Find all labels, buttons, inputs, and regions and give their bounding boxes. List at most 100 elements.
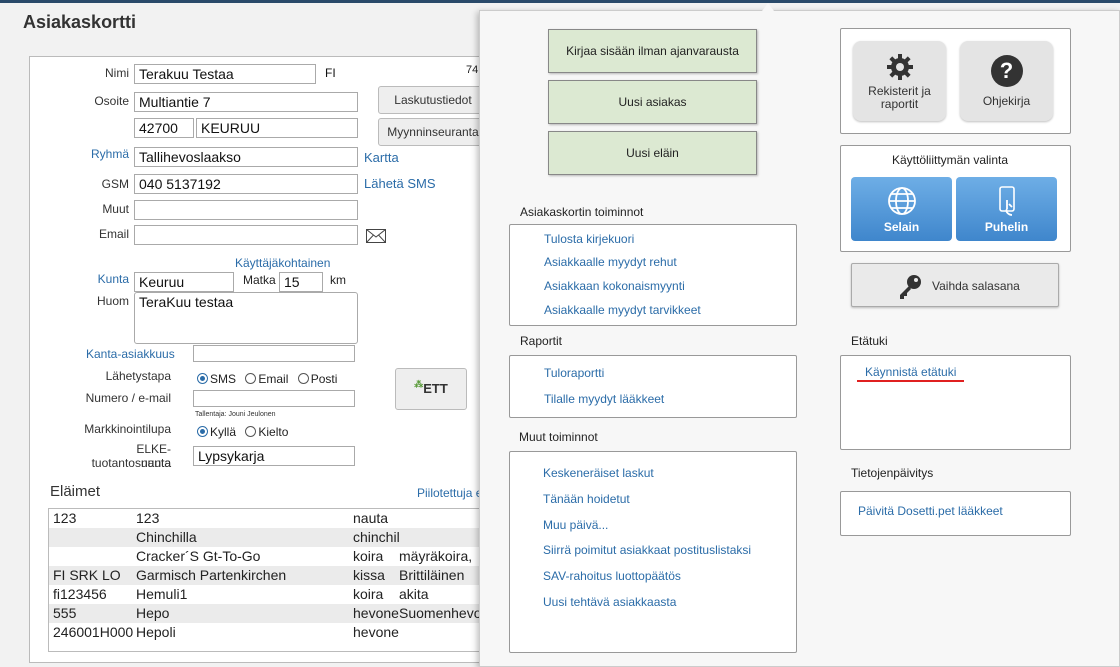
hidden-animals-link[interactable]: Piilotettuja e (417, 486, 482, 500)
registers-label: Rekisterit ja raportit (868, 84, 931, 111)
gsm-input[interactable]: 040 5137192 (134, 174, 358, 194)
send-sms-link[interactable]: Lähetä SMS (364, 176, 436, 191)
radio-email[interactable] (245, 373, 257, 384)
phone-tile[interactable]: Puhelin (956, 177, 1057, 241)
email-input[interactable] (134, 225, 358, 245)
other-input[interactable] (134, 200, 358, 220)
postal-code-input[interactable]: 42700 (134, 118, 194, 138)
municipality-link[interactable]: Kunta (60, 272, 129, 286)
radio-deny-label: Kielto (258, 425, 289, 439)
kanta-link[interactable]: Kanta-asiakkuus (86, 347, 175, 361)
gsm-label: GSM (101, 177, 129, 191)
radio-post[interactable] (297, 373, 309, 384)
billing-button[interactable]: Laskutustiedot (378, 86, 488, 114)
other-label: Muut (102, 202, 129, 216)
country-field[interactable]: FI (320, 64, 358, 84)
note-label: Huom (96, 294, 129, 308)
farm-medicines-link[interactable]: Tilalle myydyt lääkkeet (544, 392, 664, 406)
unfinished-invoices-link[interactable]: Keskeneräiset laskut (543, 466, 654, 480)
red-underline (857, 380, 964, 382)
radio-sms[interactable] (197, 373, 208, 384)
elke-label-2: nauta (140, 456, 171, 470)
new-customer-button[interactable]: Uusi asiakas (548, 80, 757, 124)
group-input[interactable]: Tallihevoslaakso (134, 147, 358, 167)
send-method-label: Lähetystapa (105, 369, 171, 383)
ett-label: ETT (423, 381, 448, 396)
table-row[interactable]: Cracker´S Gt-To-Go koira mäyräkoira, (49, 547, 487, 566)
key-icon (900, 275, 921, 299)
browser-tile[interactable]: Selain (851, 177, 952, 241)
other-actions-box: Keskeneräiset laskut Tänään hoidetut Muu… (509, 451, 797, 653)
updates-title: Tietojenpäivitys (851, 466, 934, 480)
help-icon: ? (990, 55, 1023, 87)
card-actions-title: Asiakaskortin toiminnot (520, 205, 644, 219)
manual-label: Ohjekirja (982, 94, 1031, 108)
table-row[interactable]: 246001H000 Hepoli hevone (49, 623, 487, 642)
radio-deny[interactable] (245, 426, 257, 437)
envelope-icon[interactable] (366, 229, 386, 243)
reports-title: Raportit (520, 334, 563, 348)
sav-financing-link[interactable]: SAV-rahoitus luottopäätös (543, 569, 681, 583)
radio-yes-label: Kyllä (210, 425, 237, 439)
other-actions-title: Muut toiminnot (519, 430, 598, 444)
distance-input[interactable]: 15 (279, 272, 323, 292)
registers-tile[interactable]: Rekisterit ja raportit (853, 41, 946, 121)
number-email-label: Numero / e-mail (85, 391, 171, 405)
sold-feeds-link[interactable]: Asiakkaalle myydyt rehut (544, 255, 677, 269)
popup-pointer (762, 0, 774, 11)
page-title: Asiakaskortti (23, 12, 137, 32)
user-specific-link[interactable]: Käyttäjäkohtainen (235, 256, 330, 270)
elke-select[interactable]: Lypsykarja (193, 446, 355, 466)
kanta-input[interactable] (193, 345, 355, 362)
other-day-link[interactable]: Muu päivä... (543, 518, 608, 532)
phone-icon (998, 186, 1015, 216)
km-label: km (330, 273, 346, 287)
map-link[interactable]: Kartta (364, 150, 399, 165)
group-link[interactable]: Ryhmä (60, 147, 129, 161)
ett-icon: ⁂ (414, 379, 424, 389)
table-row[interactable]: Chinchilla chinchil (49, 528, 487, 547)
municipality-input[interactable]: Keuruu (134, 272, 234, 292)
checkin-button[interactable]: Kirjaa sisään ilman ajanvarausta (548, 29, 757, 73)
radio-sms-label: SMS (210, 372, 237, 386)
radio-yes[interactable] (197, 426, 208, 437)
name-label: Nimi (105, 66, 129, 80)
customer-id: 74 (466, 64, 479, 76)
address-input[interactable]: Multiantie 7 (134, 92, 358, 112)
email-label: Email (98, 227, 129, 241)
change-password-button[interactable]: Vaihda salasana (851, 263, 1059, 307)
print-envelope-link[interactable]: Tulosta kirjekuori (544, 232, 634, 246)
mailing-list-link[interactable]: Siirrä poimitut asiakkaat postituslistak… (543, 543, 751, 557)
card-actions-box: Tulosta kirjekuori Asiakkaalle myydyt re… (509, 224, 797, 326)
globe-icon (887, 187, 916, 215)
animals-table: 123 123 nauta Chinchilla chinchil Cracker´S… (48, 508, 488, 652)
animals-title: Eläimet (50, 483, 101, 500)
distance-label: Matka (243, 273, 276, 287)
radio-post-label: Posti (310, 372, 338, 386)
table-row[interactable]: 555 Hepo hevone Suomenhevo (49, 604, 487, 623)
manual-tile[interactable]: ? Ohjekirja (960, 41, 1053, 121)
reports-box: Tuloraportti Tilalle myydyt lääkkeet (509, 355, 797, 418)
note-textarea[interactable]: TeraKuu testaa (134, 292, 358, 344)
radio-email-label: Email (258, 372, 289, 386)
new-task-link[interactable]: Uusi tehtävä asiakkaasta (543, 595, 676, 609)
update-medicines-link[interactable]: Päivitä Dosetti.pet lääkkeet (858, 504, 1003, 518)
name-input[interactable]: Terakuu Testaa (134, 64, 316, 84)
remote-support-title: Etätuki (851, 334, 888, 348)
ui-select-title: Käyttöliittymän valinta (891, 153, 1009, 167)
start-remote-support-link[interactable]: Käynnistä etätuki (865, 365, 956, 379)
income-report-link[interactable]: Tuloraportti (544, 366, 604, 380)
total-sales-link[interactable]: Asiakkaan kokonaismyynti (544, 279, 685, 293)
sold-supplies-link[interactable]: Asiakkaalle myydyt tarvikkeet (544, 303, 701, 317)
table-row[interactable]: 123 123 nauta (49, 509, 487, 528)
treated-today-link[interactable]: Tänään hoidetut (543, 492, 630, 506)
new-animal-button[interactable]: Uusi eläin (548, 131, 757, 175)
sales-tracking-button[interactable]: Myynninseuranta (378, 118, 488, 146)
saver-note: Tallentaja: Jouni Jeulonen (195, 411, 276, 418)
table-row[interactable]: fi123456 Hemuli1 koira akita (49, 585, 487, 604)
number-email-input[interactable] (193, 390, 355, 407)
change-password-label: Vaihda salasana (932, 279, 1020, 293)
city-input[interactable]: KEURUU (196, 118, 358, 138)
table-row[interactable]: FI SRK LO Garmisch Partenkirchen kissa Brit… (49, 566, 487, 585)
ett-button[interactable]: ⁂ETT (395, 368, 467, 410)
